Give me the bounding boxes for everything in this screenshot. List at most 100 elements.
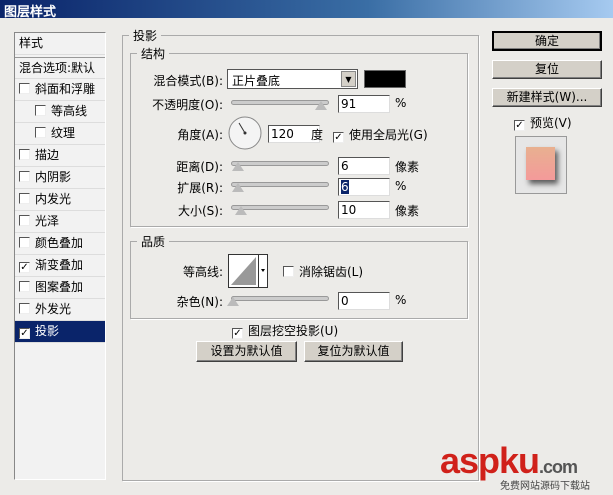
style-item[interactable]: ✓ 渐变叠加 [15, 255, 105, 277]
opacity-unit: % [395, 96, 407, 110]
watermark-tld: .com [539, 457, 578, 477]
drop-shadow-title: 投影 [133, 29, 158, 43]
size-unit: 像素 [395, 204, 420, 218]
knockout-checkbox[interactable]: ✓ 图层挖空投影(U) [232, 322, 338, 339]
blend-options-item[interactable]: 混合选项:默认 [15, 57, 105, 79]
blend-mode-label: 混合模式(B): [153, 74, 223, 88]
checkbox-icon[interactable]: ✓ [333, 132, 344, 143]
style-item[interactable]: 图案叠加 [15, 277, 105, 299]
new-style-button[interactable]: 新建样式(W)... [492, 88, 602, 107]
opacity-slider-thumb[interactable] [315, 101, 327, 110]
contour-picker[interactable] [228, 254, 268, 288]
ok-button[interactable]: 确定 [492, 31, 602, 51]
styles-header[interactable]: 样式 [15, 33, 105, 55]
reset-default-button[interactable]: 复位为默认值 [304, 341, 403, 362]
style-item[interactable]: 光泽 [15, 211, 105, 233]
style-item[interactable]: 等高线 [15, 101, 105, 123]
spread-input[interactable]: 6 [338, 178, 390, 196]
spread-label: 扩展(R): [177, 181, 223, 195]
checkbox-icon[interactable] [19, 215, 30, 226]
shadow-color-swatch[interactable] [364, 70, 406, 88]
contour-label: 等高线: [182, 265, 223, 279]
blend-mode-value: 正片叠底 [232, 74, 281, 88]
opacity-input[interactable]: 91 [338, 95, 390, 113]
style-item-label: 光泽 [35, 214, 60, 228]
noise-slider[interactable] [227, 296, 329, 306]
spread-slider[interactable] [231, 182, 329, 192]
blend-mode-select[interactable]: 正片叠底 ▼ [227, 69, 358, 89]
checkbox-icon[interactable]: ✓ [19, 328, 30, 339]
watermark-logo: aspku.com [440, 440, 578, 482]
size-slider[interactable] [231, 205, 329, 215]
checkbox-icon[interactable]: ✓ [19, 262, 30, 273]
styles-list: 样式 混合选项:默认 斜面和浮雕等高线纹理描边内阴影内发光光泽颜色叠加 ✓ 渐变叠加… [14, 32, 106, 480]
spread-unit: % [395, 179, 407, 193]
checkbox-icon[interactable] [19, 237, 30, 248]
spread-value: 6 [341, 180, 349, 194]
global-light-label: 使用全局光(G) [349, 128, 428, 142]
checkbox-icon[interactable] [19, 193, 30, 204]
structure-title: 结构 [141, 47, 166, 61]
angle-unit: 度 [311, 128, 324, 142]
distance-slider[interactable] [231, 161, 329, 171]
style-item-label: 颜色叠加 [35, 236, 84, 250]
preview-swatch [526, 147, 555, 180]
preview-checkbox[interactable]: ✓ 预览(V) [514, 114, 572, 131]
style-item[interactable]: 颜色叠加 [15, 233, 105, 255]
preview-thumbnail [515, 136, 567, 194]
size-input[interactable]: 10 [338, 201, 390, 219]
style-item-label: 斜面和浮雕 [35, 82, 96, 96]
distance-slider-thumb[interactable] [232, 162, 244, 171]
anti-alias-checkbox[interactable]: 消除锯齿(L) [283, 263, 363, 280]
noise-unit: % [395, 293, 407, 307]
checkbox-icon[interactable] [19, 281, 30, 292]
style-item-label: 内发光 [35, 192, 72, 206]
angle-label: 角度(A): [177, 128, 223, 142]
style-item[interactable]: 外发光 [15, 299, 105, 321]
distance-unit: 像素 [395, 160, 420, 174]
size-slider-thumb[interactable] [235, 206, 247, 215]
noise-input[interactable]: 0 [338, 292, 390, 310]
style-item[interactable]: 内发光 [15, 189, 105, 211]
checkbox-icon[interactable] [283, 266, 294, 277]
size-label: 大小(S): [177, 204, 223, 218]
reset-button[interactable]: 复位 [492, 60, 602, 79]
style-item-label: 外发光 [35, 302, 72, 316]
checkbox-icon[interactable]: ✓ [514, 120, 525, 131]
global-light-checkbox[interactable]: ✓ 使用全局光(G) [333, 126, 428, 143]
style-item[interactable]: 纹理 [15, 123, 105, 145]
knockout-label: 图层挖空投影(U) [248, 324, 339, 338]
style-item[interactable]: 斜面和浮雕 [15, 79, 105, 101]
checkbox-icon[interactable] [35, 105, 46, 116]
checkbox-icon[interactable] [19, 171, 30, 182]
style-item-label: 描边 [35, 148, 60, 162]
opacity-slider[interactable] [231, 100, 329, 110]
style-item-label: 等高线 [51, 104, 88, 118]
distance-label: 距离(D): [176, 160, 223, 174]
make-default-button[interactable]: 设置为默认值 [196, 341, 297, 362]
style-item-label: 纹理 [51, 126, 76, 140]
spread-slider-thumb[interactable] [232, 183, 244, 192]
style-item-label: 渐变叠加 [35, 258, 84, 272]
style-item-label: 图案叠加 [35, 280, 84, 294]
style-item[interactable]: ✓ 投影 [15, 321, 105, 343]
noise-label: 杂色(N): [176, 295, 223, 309]
checkbox-icon[interactable] [19, 149, 30, 160]
chevron-down-icon[interactable]: ▼ [341, 71, 356, 87]
style-item[interactable]: 内阴影 [15, 167, 105, 189]
quality-title: 品质 [141, 235, 166, 249]
style-item[interactable]: 描边 [15, 145, 105, 167]
noise-slider-thumb[interactable] [227, 297, 239, 306]
anti-alias-label: 消除锯齿(L) [299, 265, 364, 279]
angle-dial[interactable] [228, 116, 262, 150]
checkbox-icon[interactable]: ✓ [232, 328, 243, 339]
checkbox-icon[interactable] [19, 303, 30, 314]
opacity-label: 不透明度(O): [152, 98, 223, 112]
style-item-label: 内阴影 [35, 170, 72, 184]
title-bar: 图层样式 [0, 0, 613, 20]
checkbox-icon[interactable] [19, 83, 30, 94]
style-item-label: 投影 [35, 324, 60, 338]
checkbox-icon[interactable] [35, 127, 46, 138]
preview-label: 预览(V) [530, 116, 572, 130]
distance-input[interactable]: 6 [338, 157, 390, 175]
